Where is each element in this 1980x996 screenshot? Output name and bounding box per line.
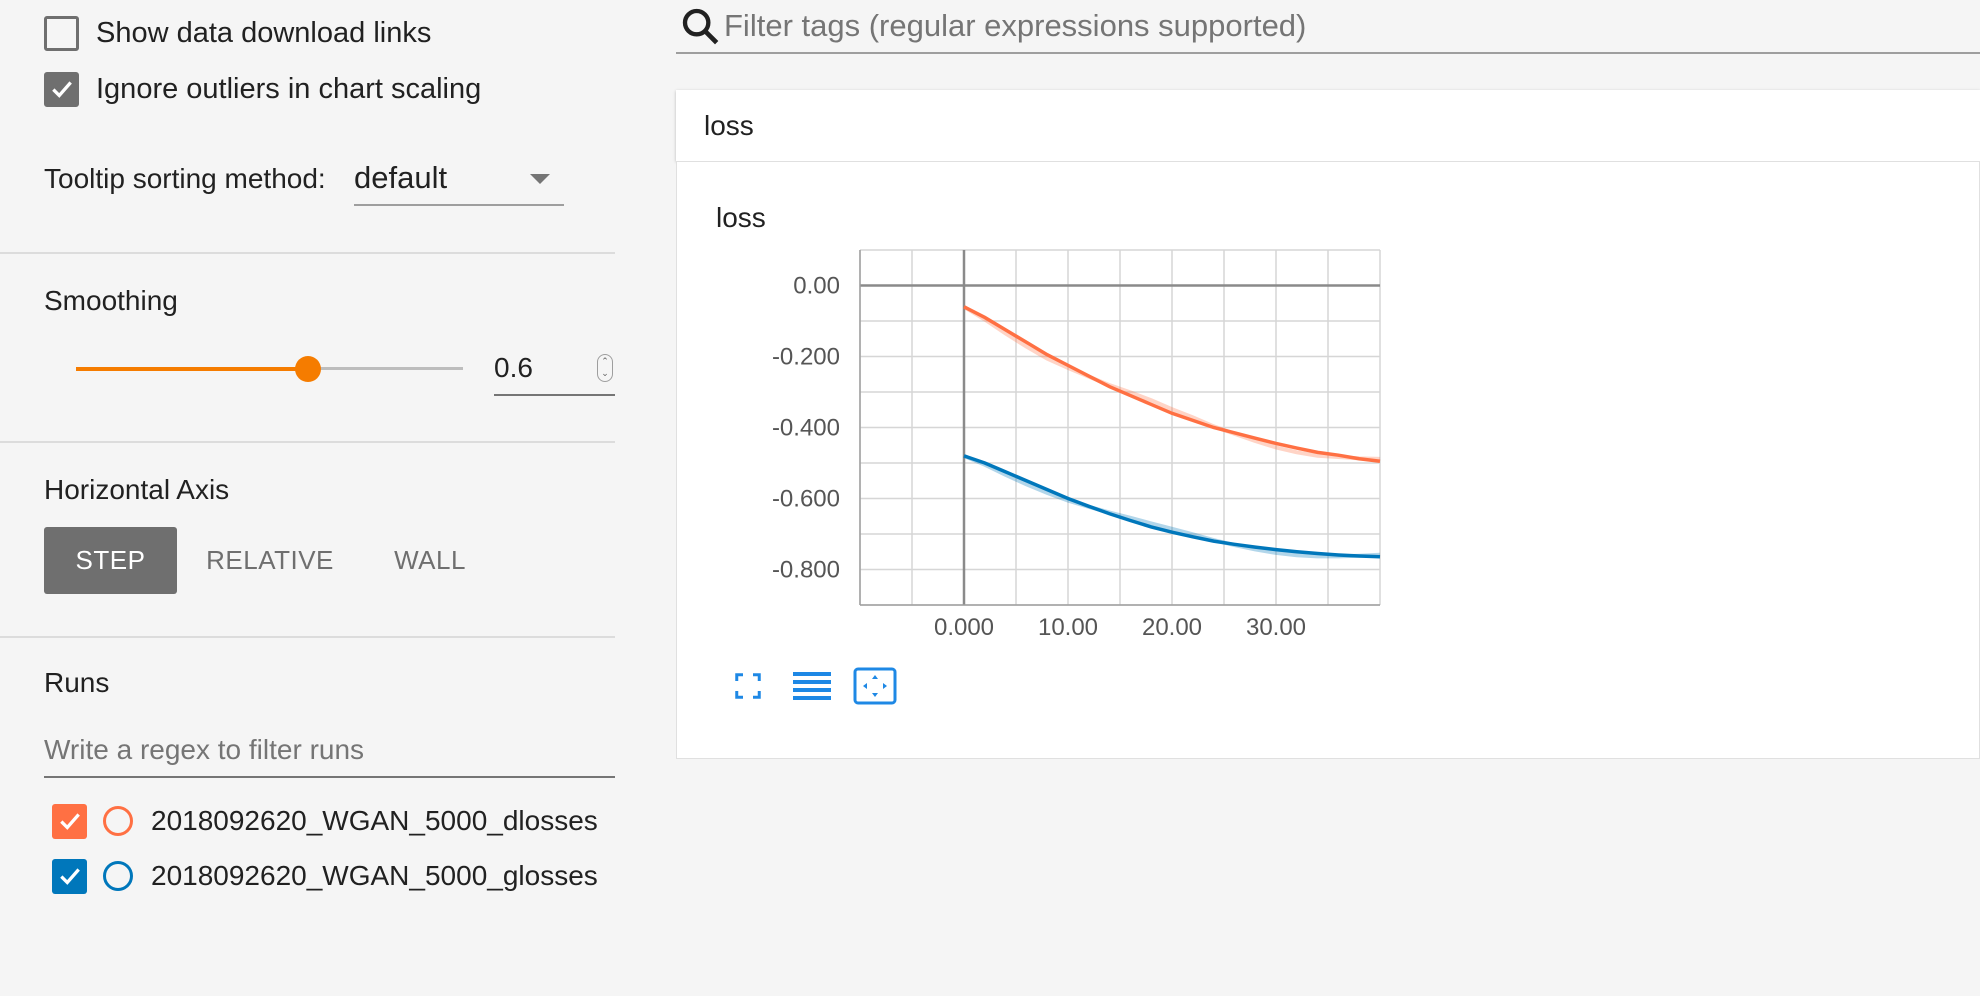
spinner-icon[interactable]: ⌃ ⌄ (597, 354, 613, 382)
y-tick-label: -0.400 (772, 415, 840, 442)
run-label: 2018092620_WGAN_5000_glosses (151, 860, 598, 891)
run-label: 2018092620_WGAN_5000_dlosses (151, 805, 598, 836)
divider (0, 441, 615, 443)
ignore-outliers-checkbox-row[interactable]: Ignore outliers in chart scaling (44, 71, 481, 107)
ignore-outliers-checkbox[interactable] (44, 71, 79, 107)
dropdown-caret-icon (530, 174, 550, 184)
card-title: loss (704, 110, 754, 141)
x-tick-label: 20.00 (1142, 614, 1202, 641)
checkmark-icon (59, 868, 80, 885)
tooltip-sorting-value: default (354, 160, 448, 195)
run-checkbox[interactable] (52, 858, 87, 894)
y-tick-label: -0.600 (772, 486, 840, 513)
tag-filter-input-area[interactable] (676, 0, 1980, 54)
show-download-links-checkbox[interactable] (44, 15, 79, 51)
loss-chart[interactable]: 0.000 10.00 20.00 30.00 0.00 -0.200 -0.400 -0.6… (760, 240, 1400, 660)
tooltip-sorting-label: Tooltip sorting method: (44, 163, 326, 194)
y-tick-label: -0.200 (772, 344, 840, 371)
card-header[interactable]: loss (676, 90, 1980, 161)
ignore-outliers-label: Ignore outliers in chart scaling (96, 72, 482, 105)
axis-relative-button[interactable]: RELATIVE (198, 527, 342, 594)
horizontal-axis-title: Horizontal Axis (44, 474, 230, 505)
run-color-indicator[interactable] (103, 861, 133, 891)
x-tick-label: 10.00 (1038, 614, 1098, 641)
fit-domain-icon (853, 667, 897, 705)
chart-title: loss (716, 202, 766, 233)
run-color-indicator[interactable] (103, 806, 133, 836)
runs-filter-placeholder: Write a regex to filter runs (44, 734, 365, 765)
divider (0, 252, 615, 254)
x-tick-label: 30.00 (1246, 614, 1306, 641)
toggle-log-button[interactable] (789, 664, 835, 708)
smoothing-title: Smoothing (44, 285, 178, 316)
smoothing-value-input[interactable]: 0.6 ⌃ ⌄ (494, 344, 615, 396)
show-download-links-checkbox-row[interactable]: Show data download links (44, 15, 431, 51)
show-download-links-label: Show data download links (96, 16, 432, 49)
axis-step-button[interactable]: STEP (44, 527, 177, 594)
runs-filter-input[interactable]: Write a regex to filter runs (44, 730, 615, 778)
divider (0, 636, 615, 638)
sidebar: Show data download links Ignore outliers… (0, 0, 615, 996)
x-tick-label: 0.000 (934, 614, 994, 641)
y-tick-label: 0.00 (793, 273, 840, 300)
checkmark-icon (59, 813, 80, 830)
run-item[interactable]: 2018092620_WGAN_5000_glosses (52, 858, 598, 894)
y-tick-label: -0.800 (772, 557, 840, 584)
smoothing-value: 0.6 (494, 352, 533, 383)
axis-wall-button[interactable]: WALL (380, 527, 480, 594)
runs-title: Runs (44, 667, 110, 698)
checkmark-icon (51, 81, 72, 98)
run-item[interactable]: 2018092620_WGAN_5000_dlosses (52, 803, 598, 839)
smoothing-slider-knob[interactable] (295, 356, 321, 382)
fullscreen-button[interactable] (726, 664, 770, 708)
run-checkbox[interactable] (52, 803, 87, 839)
tooltip-sorting-dropdown[interactable]: default (354, 152, 564, 206)
list-icon (793, 672, 831, 700)
fit-domain-button[interactable] (852, 664, 898, 708)
fullscreen-icon (735, 673, 761, 699)
smoothing-slider-fill (76, 367, 308, 371)
